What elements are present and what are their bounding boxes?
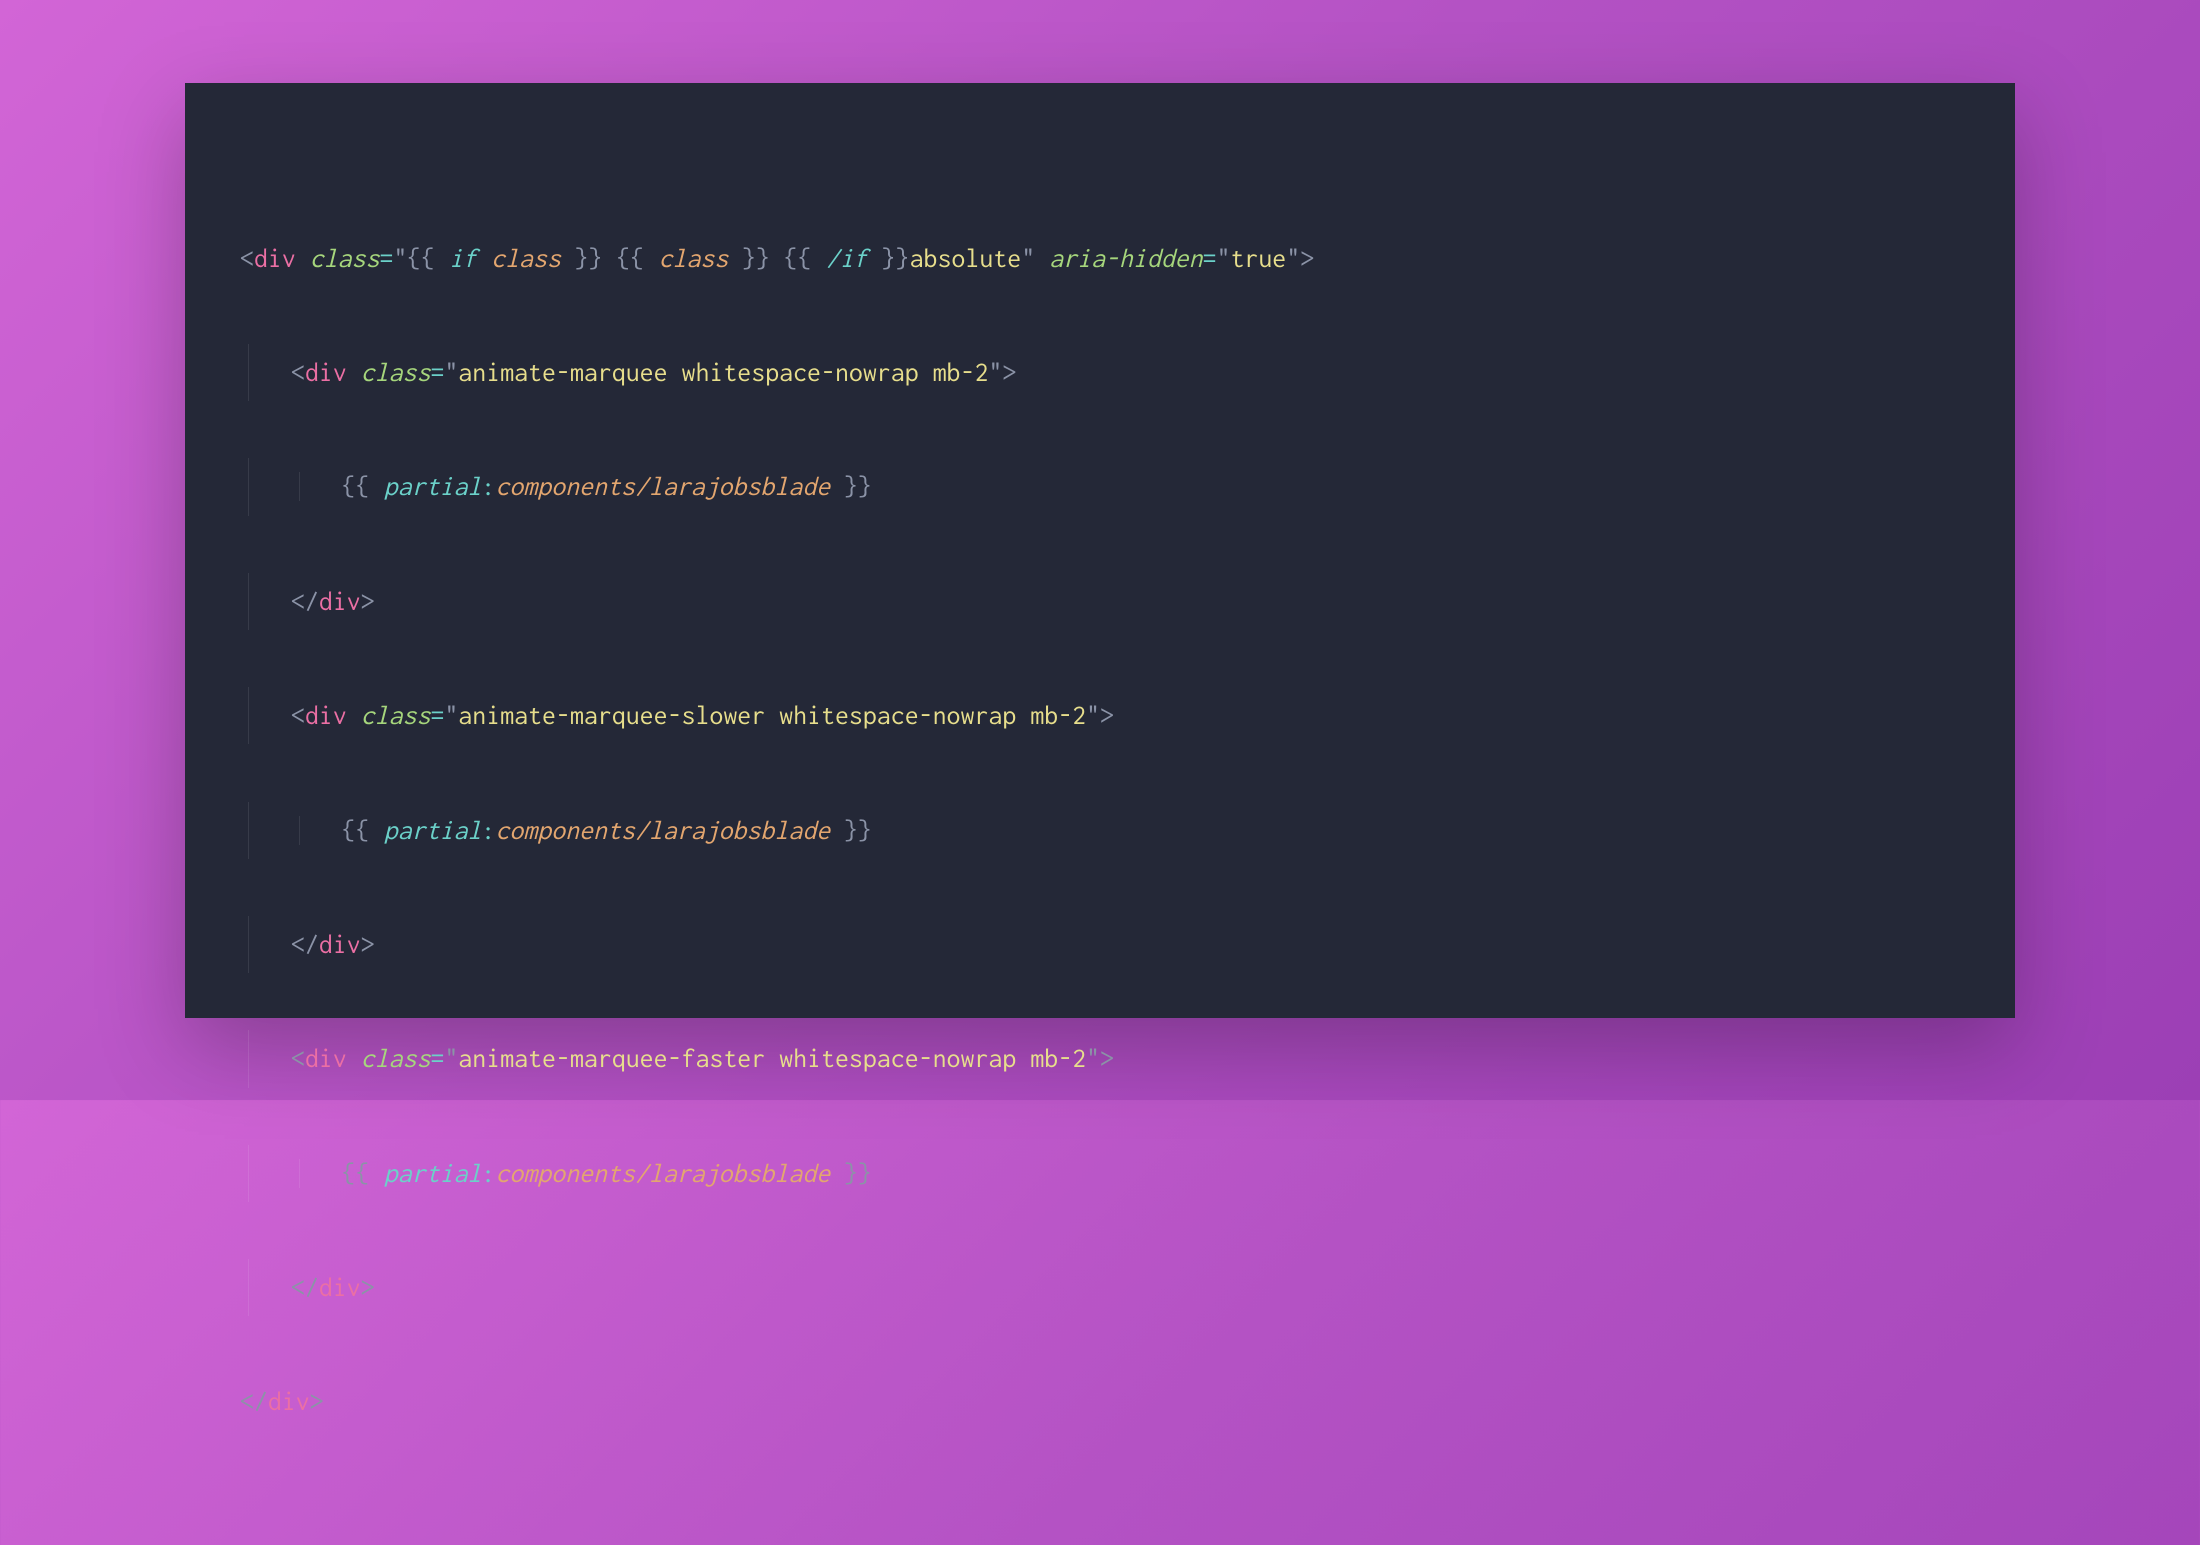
code-line-10: </div> <box>248 1259 1950 1316</box>
code-editor-panel: <div class="{{ if class }} {{ class }} {… <box>185 83 2015 1018</box>
code-line-6: {{ partial:components/larajobsblade }} <box>299 816 872 845</box>
code-line-11: </div> <box>240 1373 1950 1430</box>
code-line-4: </div> <box>248 573 1950 630</box>
code-line-8: <div class="animate-marquee-faster white… <box>248 1030 1950 1087</box>
code-line-3: {{ partial:components/larajobsblade }} <box>299 472 872 501</box>
code-line-9: {{ partial:components/larajobsblade }} <box>299 1159 872 1188</box>
code-line-5: <div class="animate-marquee-slower white… <box>248 687 1950 744</box>
code-line-6-wrap: {{ partial:components/larajobsblade }} <box>248 802 1950 859</box>
code-line-3-wrap: {{ partial:components/larajobsblade }} <box>248 458 1950 515</box>
code-block: <div class="{{ if class }} {{ class }} {… <box>240 173 1950 1545</box>
code-line-2: <div class="animate-marquee whitespace-n… <box>248 344 1950 401</box>
code-line-1: <div class="{{ if class }} {{ class }} {… <box>240 230 1950 287</box>
gradient-stage: <div class="{{ if class }} {{ class }} {… <box>0 0 2200 1100</box>
code-line-9-wrap: {{ partial:components/larajobsblade }} <box>248 1145 1950 1202</box>
code-line-7: </div> <box>248 916 1950 973</box>
